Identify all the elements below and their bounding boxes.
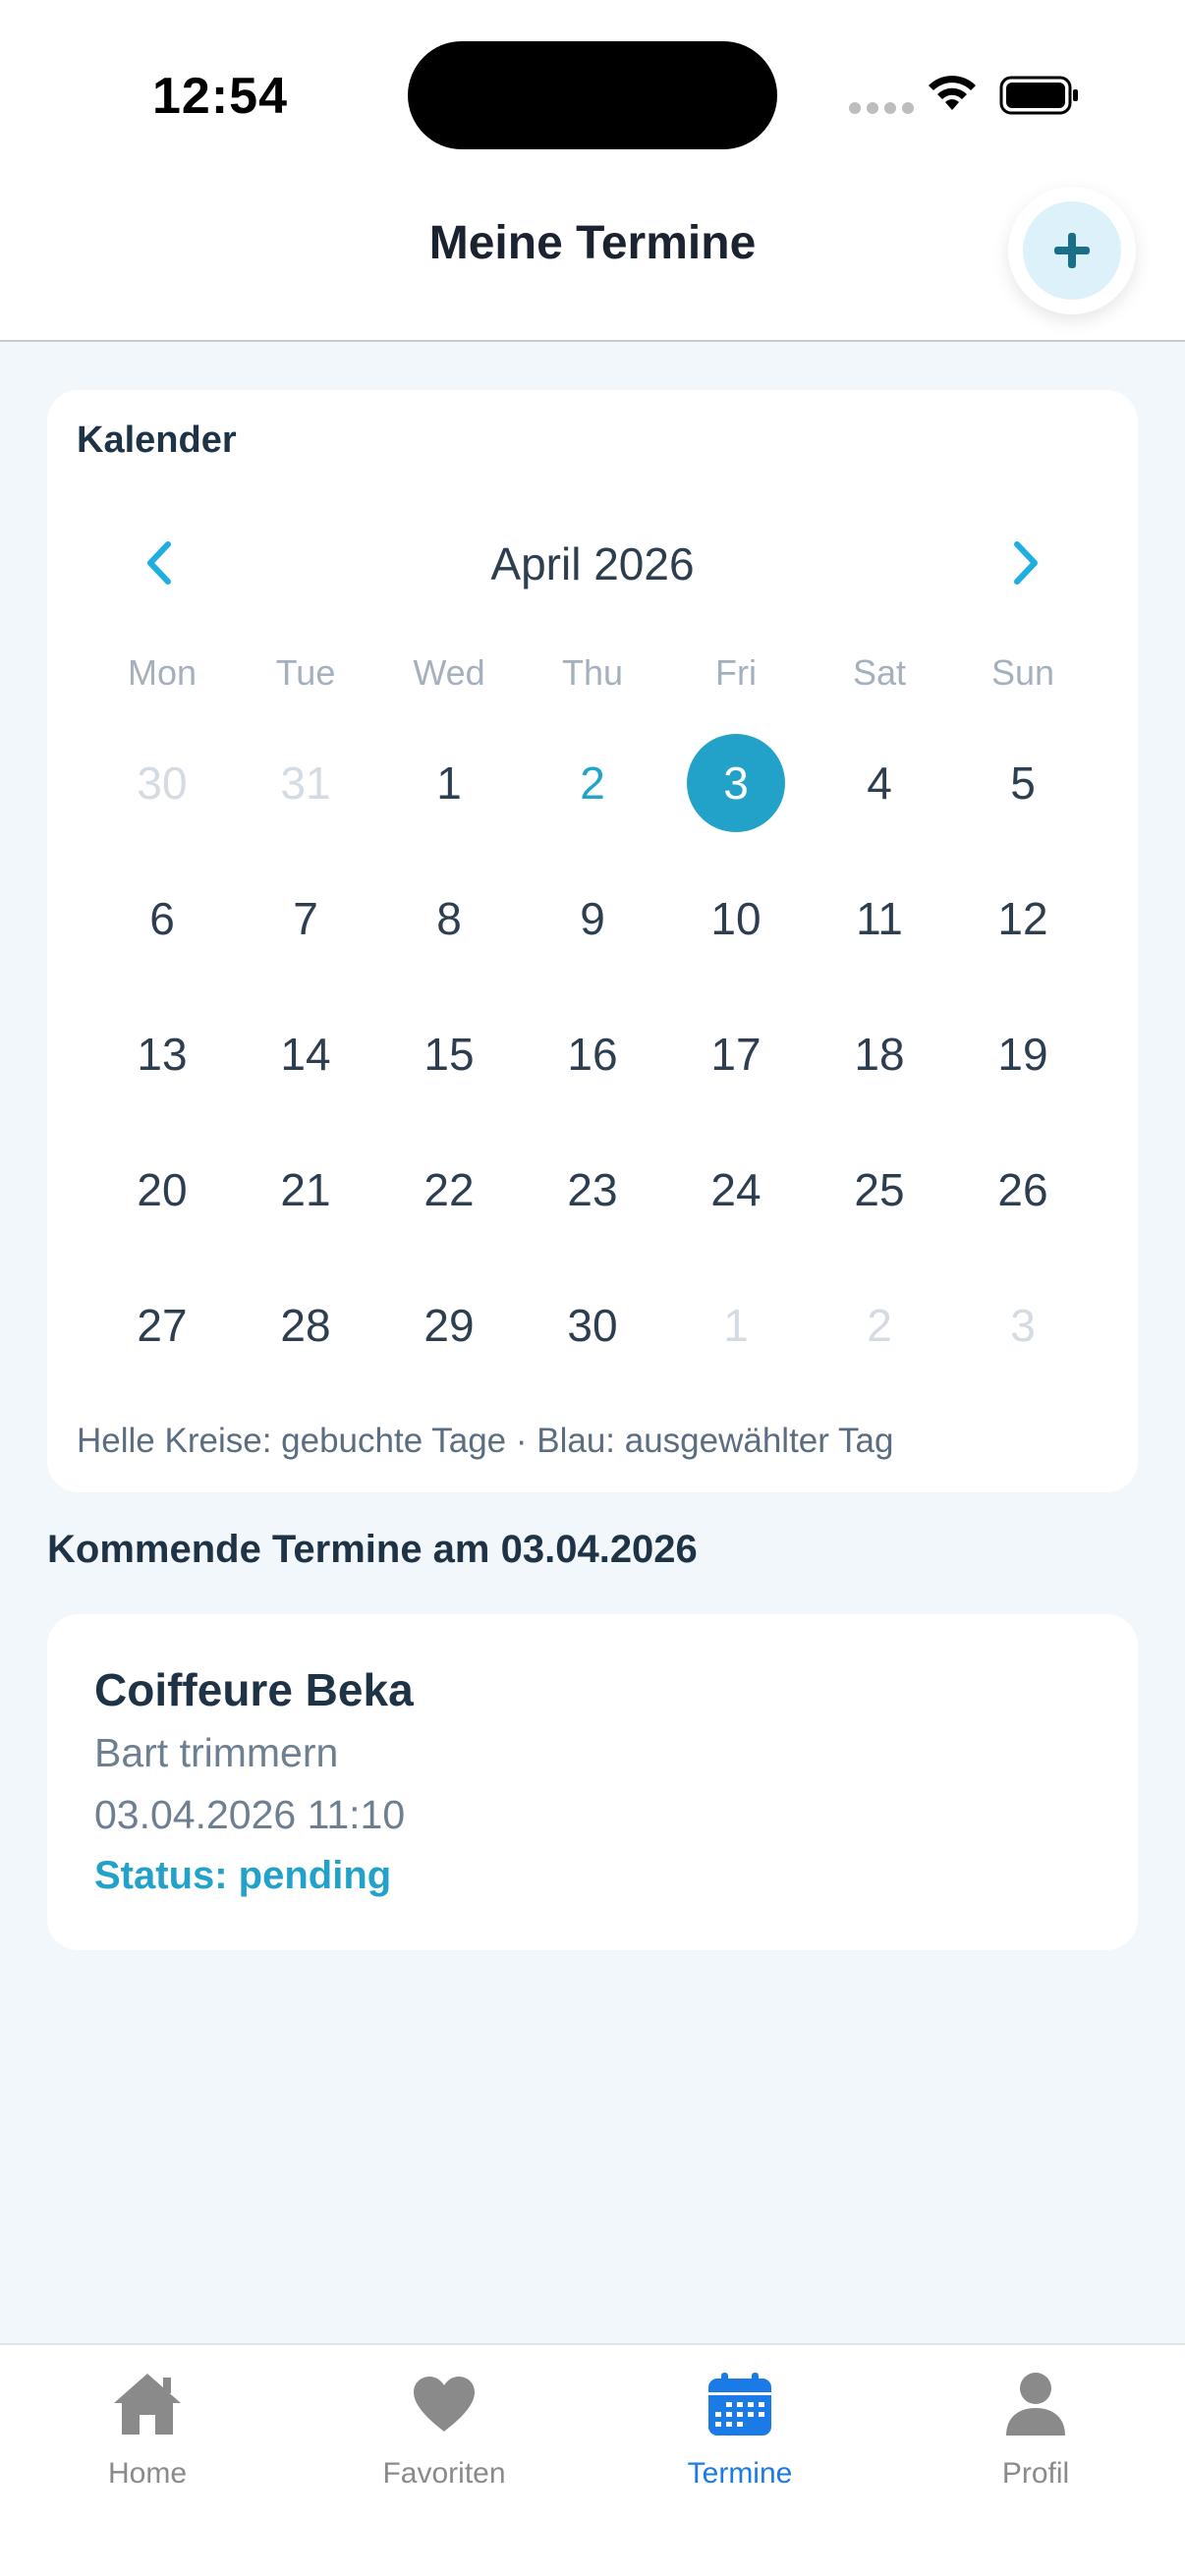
weekday-header: Sun (990, 652, 1055, 693)
status-bar: 12:54 (0, 0, 1185, 187)
weekday-header: Fri (715, 652, 757, 693)
calendar-day[interactable]: 23 (543, 1141, 642, 1239)
calendar-legend: Helle Kreise: gebuchte Tage · Blau: ausg… (77, 1422, 894, 1460)
person-icon (1006, 2373, 1065, 2436)
calendar-day[interactable]: 5 (974, 734, 1072, 832)
header: Meine Termine (0, 187, 1185, 342)
calendar-day[interactable]: 2 (830, 1276, 929, 1374)
weekday-header: Thu (561, 652, 624, 693)
next-month-button[interactable] (1002, 539, 1049, 587)
weekday-header: Mon (127, 652, 198, 693)
calendar-day[interactable]: 14 (256, 1005, 355, 1103)
tab-bar: Home Favoriten Termine Profil (0, 2343, 1185, 2576)
calendar-day[interactable]: 8 (400, 869, 498, 968)
tab-profil-label: Profil (1001, 2457, 1070, 2490)
calendar-day[interactable]: 26 (974, 1141, 1072, 1239)
calendar-day[interactable]: 6 (113, 869, 211, 968)
calendar-day[interactable]: 7 (256, 869, 355, 968)
calendar-day[interactable]: 19 (974, 1005, 1072, 1103)
calendar-day[interactable]: 29 (400, 1276, 498, 1374)
weekday-header: Wed (413, 652, 485, 693)
calendar-day[interactable]: 30 (113, 734, 211, 832)
plus-icon (1023, 201, 1121, 300)
appointment-service: Bart trimmern (94, 1730, 339, 1775)
calendar-day[interactable]: 1 (687, 1276, 785, 1374)
chevron-right-icon (1014, 541, 1038, 585)
calendar-day[interactable]: 9 (543, 869, 642, 968)
calendar-day[interactable]: 25 (830, 1141, 929, 1239)
appointment-card[interactable]: Coiffeure Beka Bart trimmern 03.04.2026 … (47, 1614, 1138, 1950)
calendar-day[interactable]: 2 (543, 734, 642, 832)
month-label: April 2026 (490, 538, 695, 589)
weekday-header: Tue (275, 652, 336, 693)
calendar-day[interactable]: 20 (113, 1141, 211, 1239)
calendar-day[interactable]: 16 (543, 1005, 642, 1103)
calendar-icon (708, 2373, 771, 2436)
tab-home[interactable]: Home (39, 2365, 255, 2491)
weekday-header: Sat (852, 652, 907, 693)
calendar-day[interactable]: 15 (400, 1005, 498, 1103)
calendar-day[interactable]: 28 (256, 1276, 355, 1374)
tab-profil[interactable]: Profil (928, 2365, 1144, 2491)
calendar-day[interactable]: 21 (256, 1141, 355, 1239)
battery-icon (999, 76, 1078, 115)
calendar-day[interactable]: 1 (400, 734, 498, 832)
calendar-day[interactable]: 13 (113, 1005, 211, 1103)
appointment-salon: Coiffeure Beka (94, 1664, 414, 1715)
tab-favoriten-label: Favoriten (382, 2457, 506, 2490)
calendar-day[interactable]: 31 (256, 734, 355, 832)
calendar-day[interactable]: 4 (830, 734, 929, 832)
tab-termine[interactable]: Termine (632, 2365, 848, 2491)
appointment-status: Status: pending (94, 1854, 392, 1897)
calendar-day[interactable]: 22 (400, 1141, 498, 1239)
upcoming-section-title: Kommende Termine am 03.04.2026 (47, 1528, 698, 1571)
appointment-datetime: 03.04.2026 11:10 (94, 1792, 406, 1837)
calendar-day[interactable]: 3 (974, 1276, 1072, 1374)
tab-home-label: Home (107, 2457, 188, 2490)
calendar-title: Kalender (77, 420, 237, 461)
cellular-signal-icon (849, 102, 914, 114)
calendar-day[interactable]: 27 (113, 1276, 211, 1374)
calendar-day[interactable]: 18 (830, 1005, 929, 1103)
calendar-day[interactable]: 17 (687, 1005, 785, 1103)
calendar-day[interactable]: 12 (974, 869, 1072, 968)
calendar-day[interactable]: 10 (687, 869, 785, 968)
tab-termine-label: Termine (687, 2457, 793, 2490)
calendar-day[interactable]: 3 (687, 734, 785, 832)
status-time: 12:54 (152, 68, 288, 125)
wifi-icon (929, 76, 976, 110)
heart-icon (414, 2377, 475, 2432)
calendar-card: Kalender April 2026 Mon Tue Wed Thu Fri Sat Su… (47, 390, 1138, 1492)
calendar-day[interactable]: 24 (687, 1141, 785, 1239)
home-icon (114, 2374, 181, 2435)
page-title: Meine Termine (428, 217, 757, 269)
add-appointment-button[interactable] (1008, 187, 1136, 314)
tab-favoriten[interactable]: Favoriten (336, 2365, 552, 2491)
dynamic-island (408, 41, 777, 149)
calendar-day[interactable]: 30 (543, 1276, 642, 1374)
calendar-day[interactable]: 11 (830, 869, 929, 968)
